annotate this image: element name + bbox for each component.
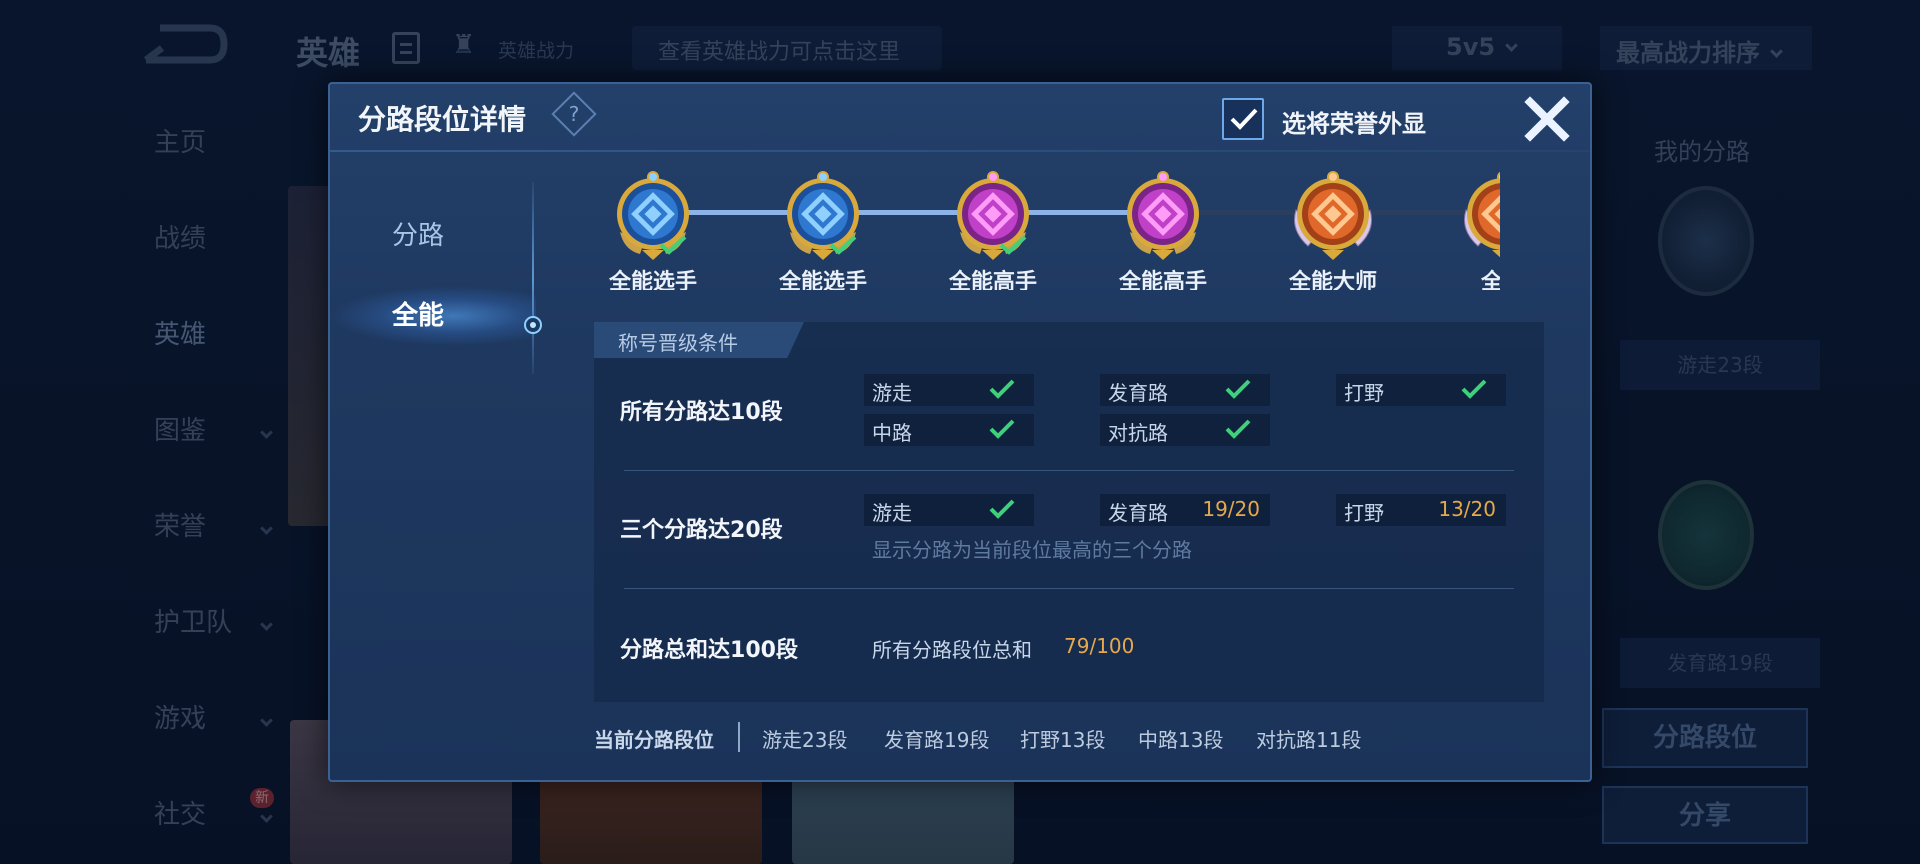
rank-2[interactable]: 全能选手 bbox=[768, 170, 878, 290]
rank-label: 全能选手 bbox=[608, 270, 697, 290]
rank-emblem-icon bbox=[610, 170, 696, 262]
current-lane-ranks: 当前分路段位 游走23段 发育路19段 打野13段 中路13段 对抗路11段 bbox=[594, 720, 1544, 756]
rank-5[interactable]: 全能大师 bbox=[1278, 170, 1388, 290]
tab-rail bbox=[532, 182, 534, 374]
rank-3[interactable]: 全能高手 bbox=[938, 170, 1048, 290]
rank-label: 全能大师 bbox=[1288, 270, 1377, 290]
condition-title: 所有分路达10段 bbox=[620, 400, 783, 425]
lane-chip-mid: 中路 bbox=[864, 414, 1034, 446]
checkmark-icon bbox=[1230, 108, 1258, 130]
header-divider bbox=[330, 150, 1590, 152]
rank-emblem-icon bbox=[950, 170, 1036, 262]
achieved-check-icon bbox=[659, 235, 687, 255]
footer-lane-rank: 打野13段 bbox=[1020, 728, 1106, 752]
condition-title: 三个分路达20段 bbox=[620, 518, 783, 543]
rank-4[interactable]: 全能高手 bbox=[1108, 170, 1218, 290]
condition-row: 三个分路达20段 游走 发育路 19/20 打野 13/20 显示分路为当前段位最高… bbox=[594, 472, 1544, 588]
achieved-check-icon bbox=[999, 235, 1027, 255]
condition-progress: 79/100 bbox=[1064, 634, 1135, 658]
tab-list: 分路 全能 bbox=[330, 166, 536, 416]
condition-note: 显示分路为当前段位最高的三个分路 bbox=[872, 538, 1192, 562]
row-divider bbox=[624, 470, 1514, 471]
rank-emblem-icon bbox=[780, 170, 866, 262]
rank-6[interactable]: 全能 bbox=[1448, 170, 1500, 290]
progress-line bbox=[660, 210, 1180, 215]
lane-rank-detail-dialog: 分路段位详情 ? 选将荣誉外显 分路 全能 全能选手 全能选手 全能高手 全能高… bbox=[328, 82, 1592, 782]
lane-chip-adc: 发育路 19/20 bbox=[1100, 494, 1270, 526]
footer-divider bbox=[738, 722, 740, 752]
close-icon[interactable] bbox=[1522, 94, 1572, 144]
dialog-title: 分路段位详情 bbox=[358, 103, 527, 136]
rank-emblem-icon bbox=[1460, 170, 1500, 262]
rank-emblem-icon bbox=[1290, 170, 1376, 262]
check-icon bbox=[1460, 378, 1488, 405]
rank-label: 全能 bbox=[1480, 270, 1500, 290]
tab-allround[interactable]: 全能 bbox=[330, 286, 536, 346]
footer-lane-rank: 游走23段 bbox=[762, 728, 848, 752]
promotion-conditions-panel: 称号晋级条件 所有分路达10段 游走 发育路 打野 中路 对抗路 三个分路达20… bbox=[594, 322, 1544, 702]
lane-chip-roam: 游走 bbox=[864, 494, 1034, 526]
condition-row: 所有分路达10段 游走 发育路 打野 中路 对抗路 bbox=[594, 358, 1544, 474]
rank-emblem-icon bbox=[1120, 170, 1206, 262]
tab-lane[interactable]: 分路 bbox=[330, 206, 536, 266]
progress-value: 19/20 bbox=[1202, 497, 1260, 521]
footer-lane-rank: 发育路19段 bbox=[884, 728, 990, 752]
achieved-check-icon bbox=[829, 235, 857, 255]
footer-lane-rank: 对抗路11段 bbox=[1256, 728, 1362, 752]
honor-display-checkbox[interactable] bbox=[1222, 98, 1264, 140]
condition-text: 所有分路段位总和 bbox=[872, 638, 1032, 662]
honor-display-label[interactable]: 选将荣誉外显 bbox=[1282, 104, 1426, 139]
rank-label: 全能选手 bbox=[778, 270, 867, 290]
check-icon bbox=[988, 378, 1016, 405]
lane-chip-top: 对抗路 bbox=[1100, 414, 1270, 446]
footer-label: 当前分路段位 bbox=[594, 728, 714, 752]
row-divider bbox=[624, 588, 1514, 589]
lane-chip-roam: 游走 bbox=[864, 374, 1034, 406]
progress-value: 13/20 bbox=[1438, 497, 1496, 521]
check-icon bbox=[988, 418, 1016, 445]
rank-label: 全能高手 bbox=[1118, 270, 1207, 290]
conditions-header: 称号晋级条件 bbox=[594, 322, 804, 358]
active-tab-indicator bbox=[524, 316, 542, 334]
rank-1[interactable]: 全能选手 bbox=[600, 170, 708, 290]
check-icon bbox=[1224, 378, 1252, 405]
lane-chip-adc: 发育路 bbox=[1100, 374, 1270, 406]
lane-chip-jungle: 打野 bbox=[1336, 374, 1506, 406]
lane-chip-jungle: 打野 13/20 bbox=[1336, 494, 1506, 526]
condition-row: 分路总和达100段 所有分路段位总和 79/100 bbox=[594, 590, 1544, 700]
help-icon[interactable]: ? bbox=[551, 91, 597, 137]
condition-title: 分路总和达100段 bbox=[620, 638, 798, 663]
check-icon bbox=[1224, 418, 1252, 445]
rank-label: 全能高手 bbox=[948, 270, 1037, 290]
rank-track[interactable]: 全能选手 全能选手 全能高手 全能高手 全能大师 全 bbox=[600, 170, 1500, 290]
footer-lane-rank: 中路13段 bbox=[1138, 728, 1224, 752]
check-icon bbox=[988, 498, 1016, 525]
